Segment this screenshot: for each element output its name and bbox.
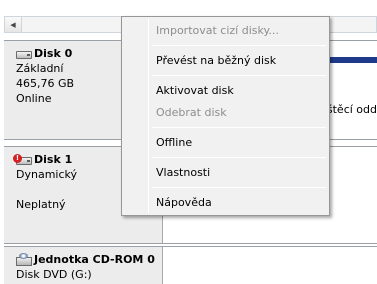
disk-0-name: Disk 0	[34, 47, 73, 60]
scroll-left-button[interactable]: ◀	[5, 17, 22, 32]
partition-label: štěcí odd	[326, 103, 377, 116]
menu-item-properties[interactable]: Vlastnosti	[124, 162, 327, 184]
cd-rom-row: Jednotka CD-ROM 0 Disk DVD (G:)	[4, 246, 377, 284]
hard-disk-icon	[16, 49, 32, 59]
cd-rom-icon	[16, 253, 32, 267]
context-menu: Importovat cizí disky... Převést na běžn…	[121, 16, 330, 216]
menu-item-import-foreign-disks[interactable]: Importovat cizí disky...	[124, 20, 327, 42]
cd-rom-info[interactable]: Jednotka CD-ROM 0 Disk DVD (G:)	[4, 247, 163, 284]
menu-item-activate-disk[interactable]: Aktivovat disk	[124, 80, 327, 102]
hard-disk-warning-icon: !	[13, 154, 32, 165]
menu-item-help[interactable]: Nápověda	[124, 192, 327, 214]
menu-separator	[152, 75, 326, 76]
menu-separator	[152, 127, 326, 128]
cd-rom-area[interactable]	[164, 247, 377, 284]
menu-separator	[152, 45, 326, 46]
chevron-left-icon: ◀	[10, 20, 16, 29]
menu-item-offline[interactable]: Offline	[124, 132, 327, 154]
menu-item-remove-disk[interactable]: Odebrat disk	[124, 102, 327, 124]
cd-rom-type: Disk DVD (G:)	[16, 268, 92, 281]
disk-1-name: Disk 1	[34, 153, 73, 166]
menu-item-convert-to-basic[interactable]: Převést na běžný disk	[124, 50, 327, 72]
menu-separator	[152, 157, 326, 158]
menu-separator	[152, 187, 326, 188]
cd-rom-name: Jednotka CD-ROM 0	[34, 253, 155, 266]
